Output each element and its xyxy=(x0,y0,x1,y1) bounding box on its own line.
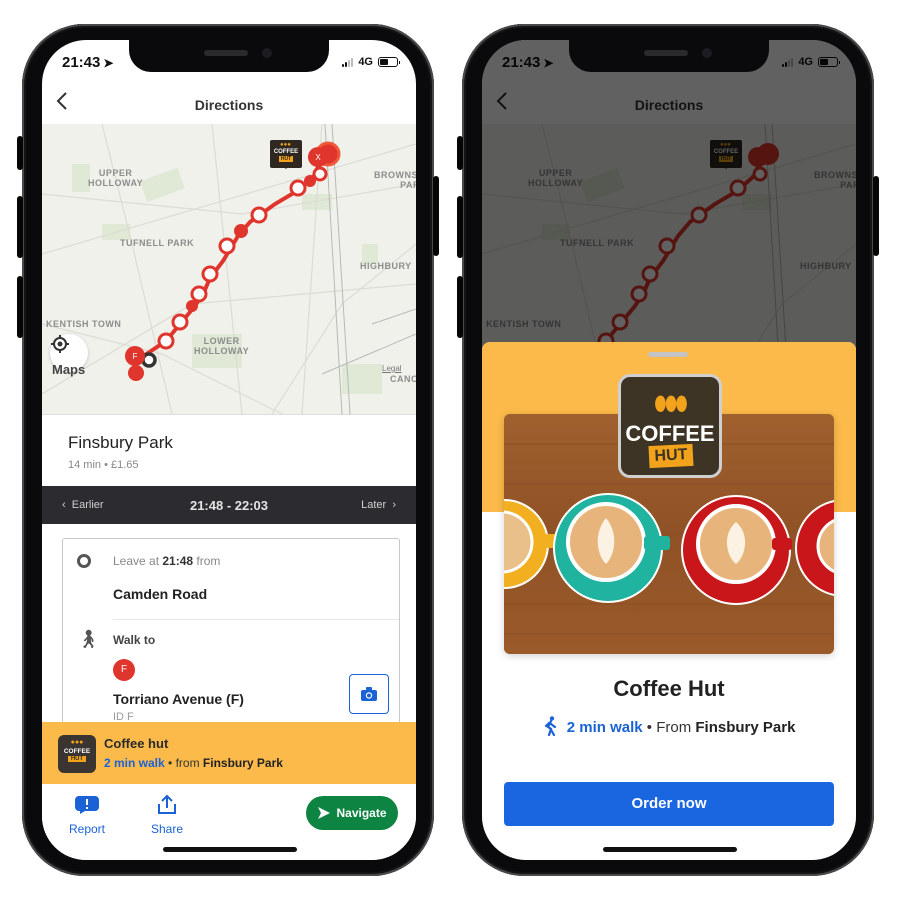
steps-list: Leave at 21:48 from Camden Road 🚶︎ Walk … xyxy=(42,524,416,738)
coffee-hut-logo: ●●● COFFEE HUT xyxy=(58,735,96,773)
volume-down-button xyxy=(457,276,463,338)
coffee-hut-map-pin[interactable]: ●●● COFFEE HUT xyxy=(270,140,302,169)
sheet-title: Coffee Hut xyxy=(613,676,725,701)
mute-switch xyxy=(457,136,463,170)
route-direction-marker xyxy=(128,365,144,381)
route-stop xyxy=(171,313,189,331)
departure-time-bar: ‹ Earlier 21:48 - 22:03 Later › xyxy=(42,486,416,524)
report-button[interactable]: Report xyxy=(57,794,117,836)
notch xyxy=(129,40,329,72)
power-button xyxy=(433,176,439,256)
route-stop xyxy=(218,237,236,255)
end-stop-letter: X xyxy=(315,153,321,162)
signal-icon xyxy=(342,57,354,67)
network-type: 4G xyxy=(358,56,373,68)
nav-bar: Directions xyxy=(42,84,416,124)
route-summary: Finsbury Park 14 min • £1.65 xyxy=(42,414,416,486)
maps-logo: Maps xyxy=(52,362,86,377)
route-stop xyxy=(157,332,175,350)
route-direction-marker xyxy=(304,175,316,187)
volume-up-button xyxy=(457,196,463,258)
stop-name: Torriano Avenue (F) xyxy=(113,691,244,707)
coffee-hut-logo: ⬮⬮⬮ COFFEE HUT xyxy=(618,374,722,478)
stop-badge: F xyxy=(113,659,135,681)
coffee-hut-bottom-sheet: ⬮⬮⬮ COFFEE HUT Coffee Hut 2 min walk • F… xyxy=(482,342,856,860)
screen-directions: 21:43 ➤ 4G Directions UPPER HOLLOWAY TUF… xyxy=(42,40,416,860)
route-stop xyxy=(190,285,208,303)
walk-icon xyxy=(544,716,556,737)
promo-title: Coffee hut xyxy=(104,736,169,751)
promo-subtitle: 2 min walk • from Finsbury Park xyxy=(104,756,283,770)
map-view[interactable]: UPPER HOLLOWAY TUFNELL PARK KENTISH TOWN … xyxy=(42,124,416,414)
home-indicator[interactable] xyxy=(603,847,737,852)
mute-switch xyxy=(17,136,23,170)
route-meta: 14 min • £1.65 xyxy=(68,459,139,471)
start-circle-icon xyxy=(77,554,91,568)
divider xyxy=(113,619,399,620)
status-time: 21:43➤ xyxy=(62,54,114,71)
navigate-button[interactable]: Navigate xyxy=(306,796,398,830)
coffee-hut-promo-banner[interactable]: ●●● COFFEE HUT Coffee hut 2 min walk • f… xyxy=(42,722,416,784)
coffee-beans-icon: ●●● xyxy=(280,142,291,148)
walk-to-label: Walk to xyxy=(113,633,156,647)
start-stop-letter: F xyxy=(133,352,138,361)
volume-up-button xyxy=(17,196,23,258)
departure-time-range: 21:48 - 22:03 xyxy=(189,498,269,513)
coffee-beans-icon: ●●● xyxy=(70,739,84,746)
route-direction-marker xyxy=(234,224,248,238)
camera-icon xyxy=(361,687,377,701)
notch xyxy=(569,40,769,72)
leave-text: Leave at 21:48 from xyxy=(113,554,221,568)
later-button[interactable]: Later › xyxy=(361,499,396,511)
share-button[interactable]: Share xyxy=(137,794,197,836)
navigation-arrow-icon xyxy=(318,807,331,819)
legal-link[interactable]: Legal xyxy=(382,364,402,373)
route-overlay: F X xyxy=(125,141,341,381)
step-card: Leave at 21:48 from Camden Road 🚶︎ Walk … xyxy=(62,538,400,738)
my-location-icon xyxy=(51,335,69,353)
phone-frame-left: 21:43 ➤ 4G Directions UPPER HOLLOWAY TUF… xyxy=(17,24,439,876)
sheet-drag-handle[interactable] xyxy=(648,352,688,357)
chevron-right-icon: › xyxy=(386,499,396,511)
start-stop-name: Camden Road xyxy=(113,586,208,602)
location-arrow-icon: ➤ xyxy=(103,56,114,70)
walk-icon: 🚶︎ xyxy=(77,629,100,649)
share-icon xyxy=(158,794,176,814)
volume-down-button xyxy=(17,276,23,338)
route-stop xyxy=(312,166,328,182)
screen-coffee-hut-sheet: 21:43➤ 4G Directions xyxy=(482,40,856,860)
report-icon xyxy=(75,796,99,814)
street-view-button[interactable] xyxy=(349,674,389,714)
phone-frame-right: 21:43➤ 4G Directions xyxy=(457,24,879,876)
route-stop xyxy=(201,265,219,283)
coffee-beans-icon: ⬮⬮⬮ xyxy=(654,393,688,415)
power-button xyxy=(873,176,879,256)
order-now-button[interactable]: Order now xyxy=(504,782,834,826)
route-stop xyxy=(250,206,268,224)
battery-icon xyxy=(378,57,400,67)
destination-title: Finsbury Park xyxy=(68,433,173,452)
home-indicator[interactable] xyxy=(163,847,297,852)
sheet-subtitle: 2 min walk • From Finsbury Park xyxy=(482,716,856,737)
route-stop xyxy=(289,179,307,197)
route-direction-marker xyxy=(186,300,198,312)
page-title: Directions xyxy=(194,97,264,113)
